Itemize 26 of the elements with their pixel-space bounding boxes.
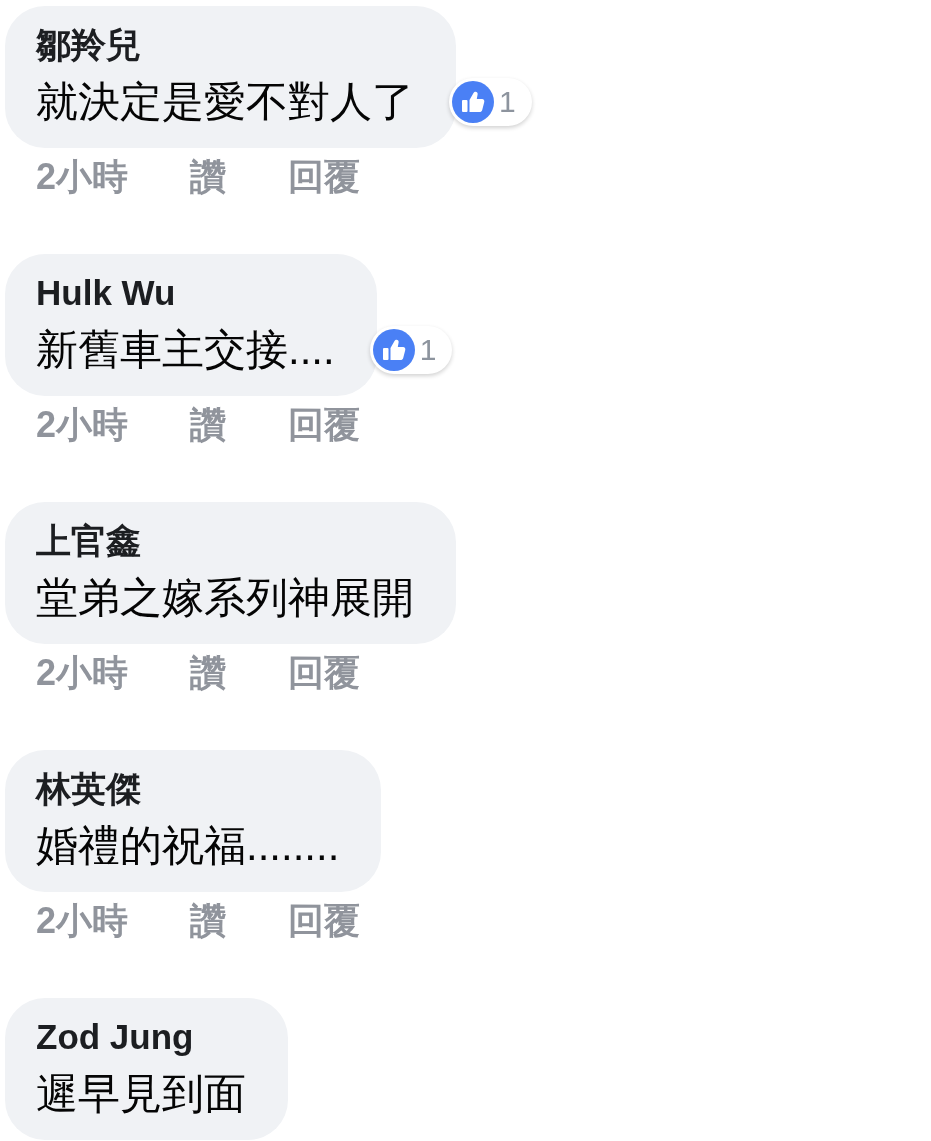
thumbs-up-icon	[372, 329, 415, 371]
comment-author: 林英傑	[36, 768, 142, 810]
comment-text: 新舊車主交接....	[36, 325, 335, 375]
comment-text: 婚禮的祝福........	[36, 821, 340, 871]
reply-link[interactable]: 回覆	[288, 651, 361, 695]
reply-link[interactable]: 回覆	[288, 403, 361, 447]
comment-time: 2小時	[36, 403, 129, 447]
reply-link[interactable]: 回覆	[288, 899, 361, 943]
reaction-count: 1	[499, 85, 516, 119]
comment-text: 就決定是愛不對人了	[36, 77, 414, 127]
reply-link[interactable]: 回覆	[288, 155, 361, 199]
comment-time: 2小時	[36, 155, 129, 199]
thumbs-up-icon	[452, 81, 494, 123]
like-link[interactable]: 讚	[190, 155, 227, 199]
like-link[interactable]: 讚	[190, 899, 227, 943]
like-link[interactable]: 讚	[190, 403, 227, 447]
comment-author: Hulk Wu	[36, 272, 177, 314]
comment-time: 2小時	[36, 899, 129, 943]
comment-text: 堂弟之嫁系列神展開	[36, 573, 414, 623]
comment-author: 上官鑫	[36, 520, 142, 562]
like-link[interactable]: 讚	[190, 651, 227, 695]
comment-time: 2小時	[36, 651, 129, 695]
comment-author: 鄒羚兒	[36, 24, 142, 66]
reaction-count: 1	[419, 333, 437, 367]
comment-text: 遲早見到面	[36, 1069, 246, 1119]
comment-author: Zod Jung	[36, 1016, 195, 1058]
